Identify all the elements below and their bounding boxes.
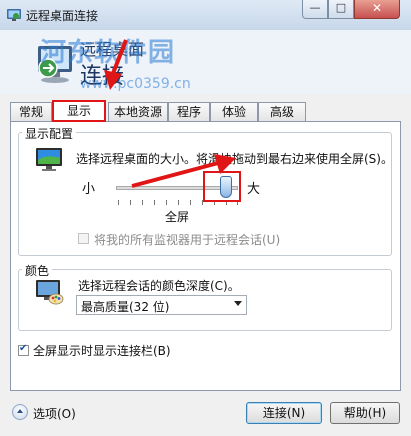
- connect-button[interactable]: 连接(N): [246, 402, 322, 424]
- slider-max-label: 大: [247, 182, 261, 197]
- connection-bar-label: 全屏显示时显示连接栏(B): [33, 344, 171, 358]
- annotation-arrow-icon: [104, 39, 128, 90]
- slider-tick: [190, 200, 191, 205]
- tab-experience[interactable]: 体验: [210, 102, 258, 121]
- tab-label: 体验: [221, 105, 246, 119]
- colors-title: 颜色: [22, 262, 53, 279]
- options-label[interactable]: 选项(O): [33, 405, 76, 422]
- colors-description: 选择远程会话的颜色深度(C)。: [78, 279, 240, 293]
- monitor-icon: [36, 148, 62, 171]
- color-depth-select[interactable]: 最高质量(32 位): [76, 295, 247, 315]
- palette-monitor-icon: [36, 280, 64, 305]
- header-banner: 远程桌面 连接 河东软件园 www.pc0359.cn: [0, 30, 411, 94]
- tab-label: 程序: [176, 105, 201, 119]
- color-depth-selected: 最高质量(32 位): [81, 300, 170, 314]
- title-bar: 远程桌面连接 — □ ✕: [0, 0, 411, 31]
- remote-desktop-icon: [7, 9, 21, 21]
- tab-label: 常规: [18, 105, 43, 119]
- close-icon: ✕: [371, 1, 383, 15]
- slider-tick: [178, 200, 179, 205]
- display-config-title: 显示配置: [22, 125, 77, 142]
- minimize-icon: —: [309, 1, 321, 14]
- tab-label: 显示: [66, 104, 91, 118]
- watermark-url: www.pc0359.cn: [80, 76, 191, 92]
- tab-general[interactable]: 常规: [10, 102, 52, 121]
- chevron-down-icon: [234, 301, 242, 306]
- slider-tick: [118, 200, 119, 205]
- slider-tick: [154, 200, 155, 205]
- connection-bar-checkbox[interactable]: [18, 343, 29, 356]
- multimon-checkbox[interactable]: [78, 233, 89, 244]
- options-chevron-icon[interactable]: [12, 404, 28, 420]
- slider-min-label: 小: [82, 182, 96, 197]
- minimize-button[interactable]: —: [302, 0, 328, 19]
- slider-value-label: 全屏: [165, 210, 190, 224]
- help-button-label: 帮助(H): [343, 406, 387, 420]
- tab-display[interactable]: 显示: [52, 100, 106, 122]
- connect-button-label: 连接(N): [262, 406, 306, 420]
- window-title: 远程桌面连接: [26, 9, 99, 23]
- annotation-pointer-icon: [131, 154, 236, 188]
- tab-advanced[interactable]: 高级: [258, 102, 306, 121]
- tab-local-resources[interactable]: 本地资源: [108, 102, 168, 121]
- tab-label: 本地资源: [113, 105, 162, 119]
- maximize-button[interactable]: □: [328, 0, 354, 19]
- maximize-icon: □: [335, 1, 347, 14]
- help-button[interactable]: 帮助(H): [330, 402, 400, 424]
- multimon-checkbox-label: 将我的所有监视器用于远程会话(U): [94, 233, 281, 247]
- remote-desktop-window: 远程桌面连接 — □ ✕ 远程桌面 连接 河东软件园 www.pc0359.cn…: [0, 0, 411, 436]
- slider-tick: [166, 200, 167, 205]
- tab-label: 高级: [269, 105, 294, 119]
- close-button[interactable]: ✕: [354, 0, 400, 19]
- slider-tick: [142, 200, 143, 205]
- slider-tick: [130, 200, 131, 205]
- tab-programs[interactable]: 程序: [168, 102, 210, 121]
